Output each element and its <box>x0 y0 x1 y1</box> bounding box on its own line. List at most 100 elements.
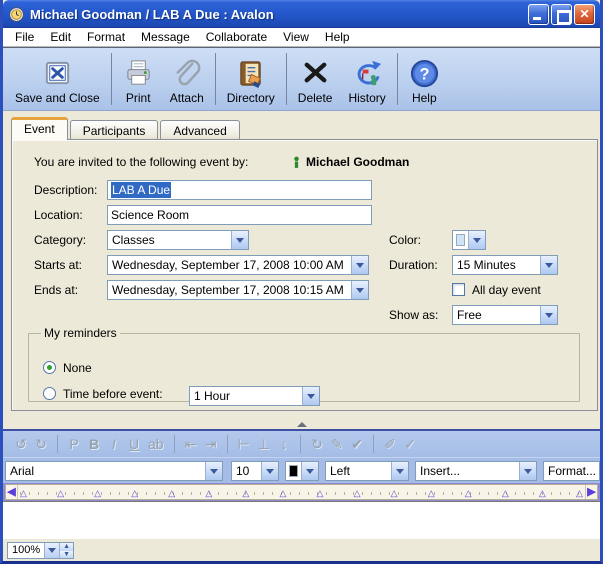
undo-icon[interactable]: ↺ <box>11 433 31 455</box>
delete-button[interactable]: Delete <box>290 50 341 108</box>
tab-left-icon[interactable]: ⊢ <box>234 433 254 455</box>
chevron-down-icon[interactable] <box>301 462 318 480</box>
history-button[interactable]: History <box>340 50 393 108</box>
tab-stop-icon[interactable]: △ <box>205 488 212 499</box>
underline-icon[interactable]: U <box>124 433 144 455</box>
tab-stop-icon[interactable]: △ <box>20 488 27 499</box>
tab-stop-icon[interactable]: △ <box>576 488 583 499</box>
left-margin-marker[interactable]: ◀ <box>6 485 18 499</box>
alignment-dropdown[interactable]: Left <box>325 461 409 481</box>
tab-center-icon[interactable]: ⊥ <box>254 433 274 455</box>
category-dropdown[interactable]: Classes <box>107 230 249 250</box>
zoom-spinner[interactable]: ▲▼ <box>59 543 73 558</box>
right-margin-marker[interactable]: ▶ <box>585 485 597 499</box>
chevron-down-icon[interactable] <box>540 306 557 324</box>
message-body[interactable] <box>3 501 600 538</box>
format-dropdown[interactable]: Format... <box>543 461 600 481</box>
menu-message[interactable]: Message <box>133 28 198 46</box>
print-button[interactable]: Print <box>115 50 162 108</box>
close-button[interactable]: ✕ <box>574 4 595 25</box>
format-value: Format... <box>544 462 599 480</box>
italic-icon[interactable]: I <box>104 433 124 455</box>
chevron-down-icon[interactable] <box>261 462 278 480</box>
insert-dropdown[interactable]: Insert... <box>415 461 537 481</box>
tab-stop-icon[interactable]: △ <box>57 488 64 499</box>
font-size-dropdown[interactable]: 10 <box>231 461 279 481</box>
menu-help[interactable]: Help <box>317 28 358 46</box>
spellcheck-icon[interactable]: ✓ <box>400 433 420 455</box>
toolbar-button-label: Help <box>412 91 437 105</box>
tab-stop-icon[interactable]: △ <box>539 488 546 499</box>
tab-stop-icon[interactable]: △ <box>94 488 101 499</box>
show-as-dropdown[interactable]: Free <box>452 305 558 325</box>
highlight-icon[interactable]: ✐ <box>380 433 400 455</box>
chevron-down-icon[interactable] <box>351 281 368 299</box>
splitter-grip-icon <box>297 422 307 427</box>
all-day-checkbox[interactable] <box>452 283 465 296</box>
reminder-time-dropdown[interactable]: 1 Hour <box>189 386 320 406</box>
pen-icon[interactable]: ✎ <box>327 433 347 455</box>
tab-stop-icon[interactable]: △ <box>502 488 509 499</box>
tab-stop-icon[interactable]: △ <box>131 488 138 499</box>
chevron-down-icon[interactable] <box>519 462 536 480</box>
minimize-button[interactable] <box>528 4 549 25</box>
reminder-time-radio[interactable] <box>43 387 56 400</box>
tab-stop-icon[interactable]: △ <box>317 488 324 499</box>
indent-icon[interactable]: ⇥ <box>201 433 221 455</box>
menu-format[interactable]: Format <box>79 28 133 46</box>
tab-stop-icon[interactable]: △ <box>279 488 286 499</box>
chevron-down-icon[interactable] <box>351 256 368 274</box>
tab-stop-icon[interactable]: △ <box>428 488 435 499</box>
outdent-icon[interactable]: ⇤ <box>181 433 201 455</box>
directory-button[interactable]: Directory <box>219 50 283 108</box>
tab-stop-icon[interactable]: △ <box>242 488 249 499</box>
tab-stop-icon[interactable]: △ <box>465 488 472 499</box>
revert-icon[interactable]: ↻ <box>307 433 327 455</box>
tab-participants[interactable]: Participants <box>70 120 159 140</box>
chevron-down-icon[interactable] <box>205 462 222 480</box>
tab-stop-markers: △ △ △ △ △ △ △ △ △ △ △ △ △ △ △ △ <box>20 487 583 499</box>
font-color-dropdown[interactable] <box>285 461 319 481</box>
menu-view[interactable]: View <box>275 28 317 46</box>
title-bar[interactable]: Michael Goodman / LAB A Due : Avalon ✕ <box>3 0 600 28</box>
paragraph-icon[interactable]: P <box>64 433 84 455</box>
chevron-down-icon[interactable] <box>468 231 485 249</box>
color-dropdown[interactable] <box>452 230 486 250</box>
font-family-dropdown[interactable]: Arial <box>5 461 223 481</box>
attach-button[interactable]: Attach <box>162 50 212 108</box>
pane-splitter[interactable] <box>3 419 600 429</box>
starts-at-dropdown[interactable]: Wednesday, September 17, 2008 10:00 AM <box>107 255 369 275</box>
description-field[interactable]: LAB A Due <box>107 180 372 200</box>
reminder-none-radio[interactable] <box>43 361 56 374</box>
zoom-level: 100% <box>8 543 44 558</box>
chevron-down-icon[interactable] <box>391 462 408 480</box>
help-button[interactable]: ? Help <box>401 50 448 108</box>
menu-edit[interactable]: Edit <box>42 28 79 46</box>
tab-stop-icon[interactable]: △ <box>168 488 175 499</box>
tab-event[interactable]: Event <box>11 117 68 140</box>
approve-icon[interactable]: ✔ <box>347 433 367 455</box>
strikethrough-icon[interactable]: ab <box>144 433 168 455</box>
ends-at-dropdown[interactable]: Wednesday, September 17, 2008 10:15 AM <box>107 280 369 300</box>
duration-dropdown[interactable]: 15 Minutes <box>452 255 558 275</box>
menu-collaborate[interactable]: Collaborate <box>198 28 275 46</box>
tab-stop-icon[interactable]: △ <box>354 488 361 499</box>
menu-file[interactable]: File <box>7 28 42 46</box>
location-value: Science Room <box>111 208 189 222</box>
chevron-down-icon[interactable] <box>231 231 248 249</box>
spinner-down-icon[interactable]: ▼ <box>60 551 73 559</box>
chevron-down-icon[interactable] <box>44 543 59 558</box>
location-field[interactable]: Science Room <box>107 205 372 225</box>
ruler[interactable]: ◀ △ △ △ △ △ △ △ △ △ △ △ △ △ △ △ △ ▶ <box>5 484 598 500</box>
bold-icon[interactable]: B <box>84 433 104 455</box>
redo-icon[interactable]: ↻ <box>31 433 51 455</box>
tab-drop-icon[interactable]: ↓ <box>274 433 294 455</box>
save-and-close-button[interactable]: Save and Close <box>7 50 108 108</box>
maximize-button[interactable] <box>551 4 572 25</box>
chevron-down-icon[interactable] <box>302 387 319 405</box>
spinner-up-icon[interactable]: ▲ <box>60 543 73 551</box>
chevron-down-icon[interactable] <box>540 256 557 274</box>
tab-advanced[interactable]: Advanced <box>160 120 239 140</box>
zoom-control[interactable]: 100% ▲▼ <box>7 542 74 559</box>
tab-stop-icon[interactable]: △ <box>391 488 398 499</box>
